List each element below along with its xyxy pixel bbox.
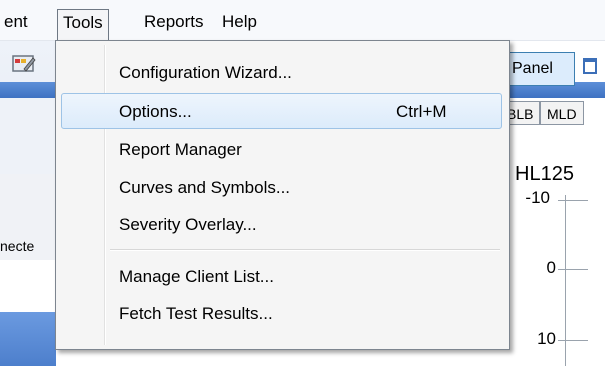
tick-mark	[558, 269, 588, 270]
menu-item-label: Severity Overlay...	[119, 215, 257, 234]
menu-item-severity-overlay[interactable]: Severity Overlay...	[61, 207, 502, 243]
menu-item-curves-and-symbols[interactable]: Curves and Symbols...	[61, 170, 502, 206]
connection-status-text: necte	[0, 238, 35, 254]
side-panel	[0, 98, 56, 174]
menu-item-label: Manage Client List...	[119, 267, 274, 286]
header-strip	[0, 82, 56, 98]
menu-item-fetch-test-results[interactable]: Fetch Test Results...	[61, 296, 502, 332]
tick-label: 10	[537, 329, 556, 348]
tick-mark	[558, 200, 588, 201]
menu-separator	[110, 249, 500, 251]
menu-item-shortcut: Ctrl+M	[396, 102, 447, 121]
menu-item-report-manager[interactable]: Report Manager	[61, 132, 502, 168]
menu-bar: ent Tools Reports Help	[0, 0, 605, 41]
menu-equipment[interactable]: ent	[0, 9, 34, 35]
tick-label: 0	[546, 258, 556, 277]
tick-mark	[558, 340, 588, 341]
menu-item-label: Options...	[119, 102, 192, 121]
menu-reports[interactable]: Reports	[138, 9, 210, 35]
menu-help[interactable]: Help	[216, 9, 263, 35]
window-icon[interactable]	[583, 58, 597, 74]
menu-item-label: Configuration Wizard...	[119, 63, 292, 82]
menu-item-configuration-wizard[interactable]: Configuration Wizard...	[61, 55, 502, 91]
side-blue-bar	[0, 312, 56, 366]
chart-title: HL125	[515, 163, 574, 185]
edit-form-icon[interactable]	[12, 53, 36, 73]
menu-item-label: Fetch Test Results...	[119, 304, 273, 323]
tick-label: -10	[525, 188, 550, 207]
menu-item-manage-client-list[interactable]: Manage Client List...	[61, 259, 502, 295]
tab-mld[interactable]: MLD	[540, 101, 584, 125]
menu-item-options[interactable]: Options... Ctrl+M	[61, 93, 502, 129]
menu-item-label: Curves and Symbols...	[119, 178, 291, 197]
menu-item-label: Report Manager	[119, 140, 242, 159]
tools-dropdown-menu: Configuration Wizard... Options... Ctrl+…	[55, 40, 510, 350]
menu-tools[interactable]: Tools	[57, 9, 109, 40]
